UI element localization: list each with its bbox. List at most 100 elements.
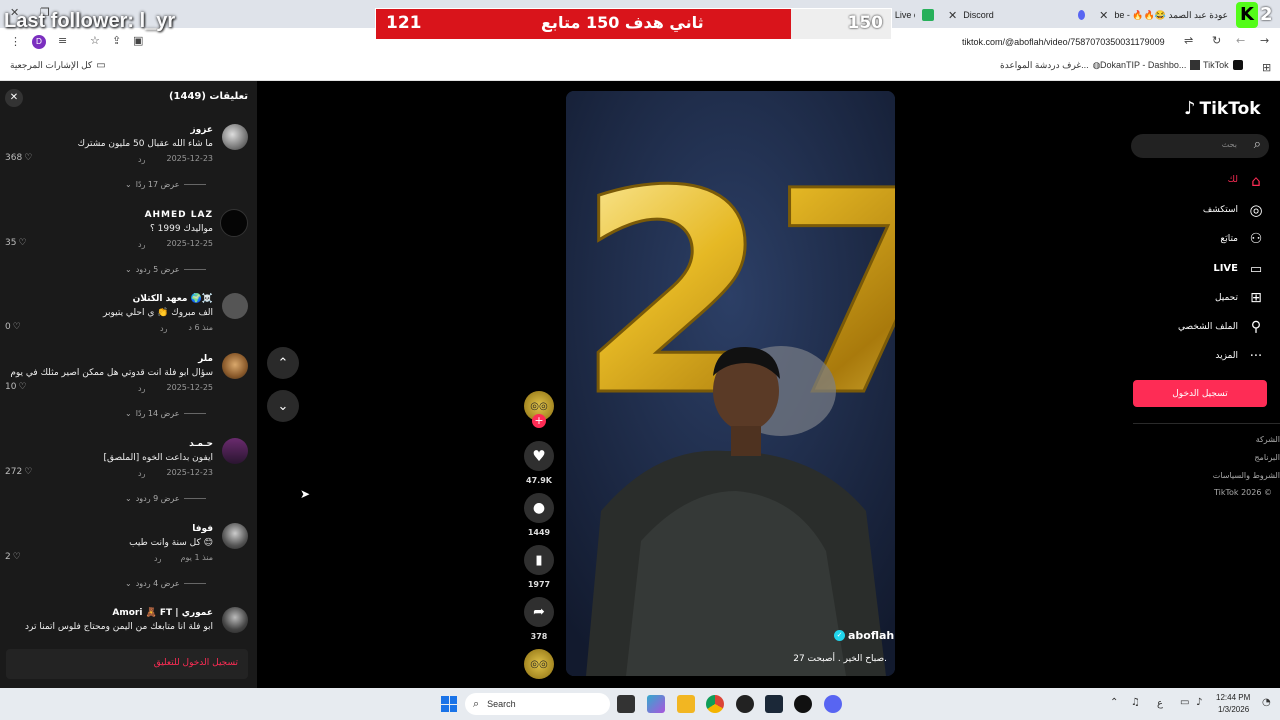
view-replies-label: عرض 9 ردود <box>135 494 180 503</box>
discord-icon[interactable] <box>824 695 842 713</box>
reply-button[interactable]: رد <box>138 240 145 249</box>
like-button[interactable]: ♥ <box>524 441 554 471</box>
kick-badge: K 2 <box>1236 2 1280 28</box>
share-icon[interactable]: ⇪ <box>112 34 121 47</box>
comment-author[interactable]: فوفا <box>192 524 213 534</box>
task-view-icon[interactable] <box>617 695 635 713</box>
comment-author[interactable]: حـمـد <box>189 439 213 449</box>
microphone-icon[interactable]: ♫ <box>1131 697 1140 708</box>
search-box[interactable]: بحث ⌕ <box>1131 134 1269 158</box>
chevron-up-icon: ⌃ <box>277 355 289 371</box>
obs-icon[interactable] <box>736 695 754 713</box>
view-replies-button[interactable]: ⌄ عرض 14 ردًا <box>125 409 206 418</box>
close-tab-icon[interactable]: ✕ <box>948 9 957 22</box>
comment-date: منذ 6 د <box>188 323 213 332</box>
sidebar-item-label: استكشف <box>1202 205 1238 215</box>
view-replies-button[interactable]: ⌄ عرض 4 ردود <box>125 579 206 588</box>
footer-link-company[interactable]: الشركة <box>1256 435 1280 444</box>
comment-author[interactable]: Amori 🧸 FT | عموري <box>112 608 213 618</box>
view-replies-button[interactable]: ⌄ عرض 5 ردود <box>125 265 206 274</box>
reply-button[interactable]: رد <box>138 469 145 478</box>
view-replies-button[interactable]: ⌄ عرض 9 ردود <box>125 494 206 503</box>
bookmark-item[interactable]: DokanTIP - Dashbo... <box>1100 60 1201 70</box>
comment-author[interactable]: ملر <box>198 354 213 364</box>
dokantip-icon <box>1190 60 1201 70</box>
back-icon[interactable]: → <box>1260 34 1269 47</box>
notifications-icon[interactable]: ◔ <box>1262 697 1271 708</box>
comment-like-button[interactable]: 0 ♡ <box>5 322 21 332</box>
comment-button[interactable]: ● <box>524 493 554 523</box>
copilot-icon[interactable] <box>647 695 665 713</box>
close-comments-icon[interactable]: ✕ <box>5 89 23 107</box>
bookmark-star-icon[interactable]: ☆ <box>90 34 100 47</box>
tray-overflow-icon[interactable]: ⌃ <box>1110 697 1118 708</box>
login-to-comment-link[interactable]: تسجيل الدخول للتعليق <box>154 658 238 668</box>
menu-dots-icon[interactable]: ⋮ <box>10 35 21 48</box>
follow-plus-icon[interactable]: + <box>532 414 546 428</box>
site-settings-icon[interactable]: ⇌ <box>1184 34 1193 47</box>
close-tab-icon[interactable]: ✕ <box>1099 9 1108 22</box>
taskbar-search-box[interactable]: ⌕ Search <box>465 693 610 715</box>
like-count: 0 <box>5 322 11 332</box>
tab-label: be - 🔥🔥😂 عودة عبد الصمد <box>1114 9 1228 20</box>
login-to-comment-bar[interactable]: تسجيل الدخول للتعليق <box>6 649 248 679</box>
comment-author[interactable]: معهد الكتلان 🌍☠️ <box>133 294 213 304</box>
next-video-button[interactable]: ⌄ <box>267 390 299 422</box>
avatar[interactable] <box>222 124 248 150</box>
like-count: 272 <box>5 467 23 477</box>
search-icon[interactable]: ⌕ <box>1254 137 1261 152</box>
profile-avatar[interactable]: D <box>32 35 46 49</box>
video-player[interactable]: 27 ✓ aboflah صباح الخير . أصبحت 27. <box>566 91 895 676</box>
network-icon[interactable]: ▭ <box>1180 697 1189 708</box>
avatar[interactable] <box>222 438 248 464</box>
reply-button[interactable]: رد <box>138 384 145 393</box>
input-language[interactable]: ع <box>1157 698 1163 709</box>
footer-link-terms[interactable]: الشروط والسياسات <box>1213 471 1280 480</box>
steam-icon[interactable] <box>765 695 783 713</box>
reply-button[interactable]: رد <box>138 155 145 164</box>
all-bookmarks-button[interactable]: كل الإشارات المرجعية ▭ <box>10 60 106 71</box>
app-icon[interactable] <box>794 695 812 713</box>
music-disc-icon: ◎◎ <box>530 658 548 670</box>
footer-link-program[interactable]: البرنامج <box>1254 453 1280 462</box>
tiktok-logo[interactable]: ♪ TikTok <box>1184 98 1261 119</box>
comment-like-button[interactable]: 272 ♡ <box>5 467 32 477</box>
bookmark-item[interactable]: غرف دردشة المواعدة... ◍ <box>1000 60 1101 71</box>
avatar[interactable] <box>222 607 248 633</box>
share-button[interactable]: ➦ <box>524 597 554 627</box>
comment-like-button[interactable]: 368 ♡ <box>5 153 32 163</box>
chrome-icon[interactable] <box>706 695 724 713</box>
volume-icon[interactable]: ♪ <box>1196 697 1202 708</box>
bookmark-item[interactable]: TikTok <box>1203 60 1243 70</box>
reply-button[interactable]: رد <box>160 324 167 333</box>
view-replies-button[interactable]: ⌄ عرض 17 ردًا <box>125 180 206 189</box>
reading-list-icon[interactable]: ≡ <box>58 34 67 47</box>
reload-icon[interactable]: ↻ <box>1212 34 1221 47</box>
video-username[interactable]: aboflah <box>848 629 894 642</box>
sound-disc[interactable]: ◎◎ <box>524 649 554 679</box>
screenshot-icon[interactable]: ▣ <box>133 34 143 47</box>
save-button[interactable]: ▮ <box>524 545 554 575</box>
address-bar[interactable]: tiktok.com/@aboflah/video/75870703500311… <box>962 37 1165 47</box>
reply-button[interactable]: رد <box>154 554 161 563</box>
comment-like-button[interactable]: 10 ♡ <box>5 382 27 392</box>
avatar[interactable] <box>220 209 248 237</box>
login-button[interactable]: تسجيل الدخول <box>1133 380 1267 407</box>
forward-icon[interactable]: ← <box>1236 34 1245 47</box>
comment-like-button[interactable]: 35 ♡ <box>5 238 27 248</box>
file-explorer-icon[interactable] <box>677 695 695 713</box>
apps-grid-icon[interactable]: ⊞ <box>1262 61 1271 74</box>
avatar[interactable] <box>222 523 248 549</box>
tab-discord[interactable]: ✕ Discord <box>922 4 1012 26</box>
windows-start-icon[interactable] <box>441 696 457 712</box>
tab-youtube[interactable]: ✕ be - 🔥🔥😂 عودة عبد الصمد <box>1078 4 1228 26</box>
previous-video-button[interactable]: ⌃ <box>267 347 299 379</box>
comment-author[interactable]: AHMED LAZ <box>145 210 213 220</box>
avatar[interactable] <box>222 293 248 319</box>
taskbar-time[interactable]: 12:44 PM <box>1216 693 1250 702</box>
video-author[interactable]: ✓ aboflah <box>834 629 894 642</box>
comment-author[interactable]: عزوز <box>190 125 213 135</box>
comment-like-button[interactable]: 2 ♡ <box>5 552 21 562</box>
taskbar-date[interactable]: 1/3/2026 <box>1218 705 1249 714</box>
avatar[interactable] <box>222 353 248 379</box>
